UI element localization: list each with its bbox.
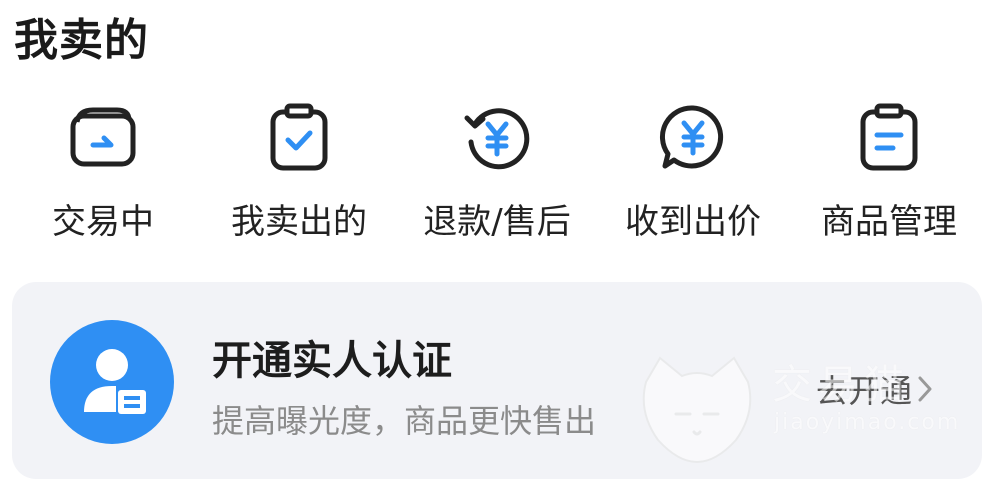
shortcut-trading[interactable]: 交易中	[8, 100, 198, 250]
shortcut-label: 我卖出的	[231, 202, 367, 242]
shortcut-label: 退款/售后	[423, 202, 571, 242]
offer-yen-bubble-icon	[659, 105, 724, 169]
sell-shortcuts: 交易中 我卖出的 退款/售后 收到出价 商品管理	[0, 100, 995, 250]
shortcut-sold[interactable]: 我卖出的	[204, 100, 394, 250]
refund-yen-icon	[464, 108, 530, 170]
watermark-text: 交易猫	[772, 362, 910, 408]
verify-subtitle: 提高曝光度，商品更快售出	[212, 402, 597, 440]
shortcut-label: 交易中	[52, 202, 154, 242]
wallet-arrow-icon	[70, 107, 136, 167]
clipboard-list-icon	[860, 103, 918, 171]
verify-title: 开通实人认证	[212, 338, 452, 384]
watermark: 交易猫 jiaoyimao.com	[632, 352, 962, 472]
id-card-person-icon	[50, 320, 174, 444]
section-title: 我卖的	[14, 15, 149, 66]
shortcut-label: 商品管理	[821, 202, 957, 242]
cat-logo-icon	[642, 356, 752, 464]
shortcut-manage[interactable]: 商品管理	[794, 100, 984, 250]
watermark-url: jiaoyimao.com	[774, 410, 961, 435]
shortcut-offers[interactable]: 收到出价	[598, 100, 788, 250]
shortcut-refund[interactable]: 退款/售后	[402, 100, 592, 250]
shortcut-label: 收到出价	[625, 202, 761, 242]
clipboard-check-icon	[270, 103, 328, 171]
